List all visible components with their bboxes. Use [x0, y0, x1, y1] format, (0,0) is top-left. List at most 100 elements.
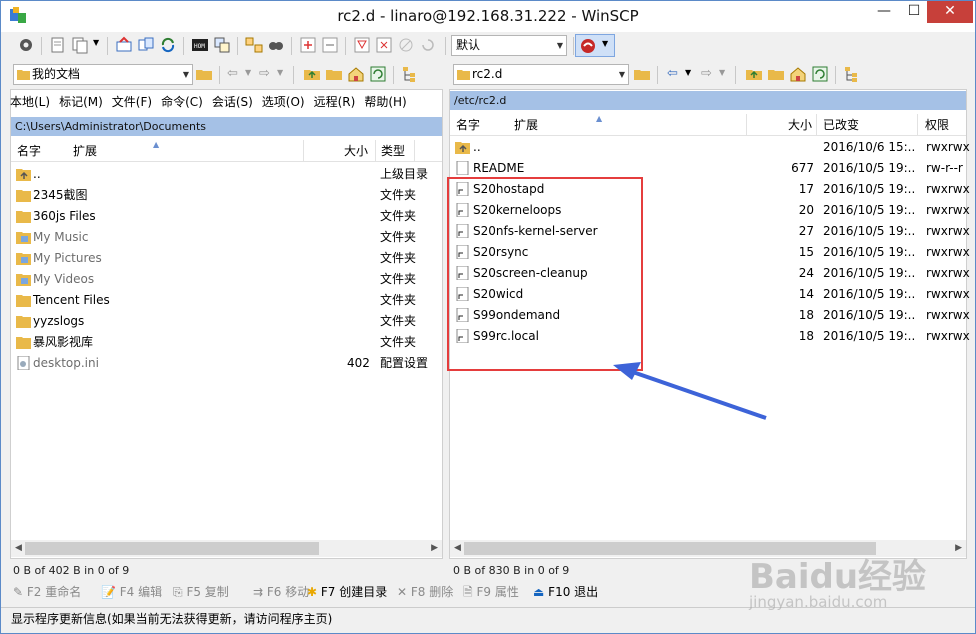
forward-arrow-icon[interactable]: ⇨ — [259, 66, 270, 81]
scroll-thumb[interactable] — [25, 542, 319, 555]
menu-files[interactable]: 文件(F) — [112, 95, 152, 109]
maximize-button[interactable]: ☐ — [901, 1, 927, 23]
fkey-delete[interactable]: ✕ F8 删除 — [397, 582, 453, 602]
svg-text:HOM: HOM — [194, 43, 205, 50]
menu-session[interactable]: 会话(S) — [212, 95, 253, 109]
open-folder-icon[interactable] — [633, 65, 651, 83]
session-preset-select[interactable]: 默认 ▼ — [451, 35, 567, 56]
col-name[interactable]: 名字 — [17, 140, 41, 162]
col-size[interactable]: 大小 — [344, 140, 368, 162]
chevron-down-icon[interactable]: ▼ — [685, 68, 691, 77]
queue-icon[interactable] — [49, 36, 67, 54]
file-type: 文件夹 — [380, 188, 417, 202]
menu-commands[interactable]: 命令(C) — [161, 95, 203, 109]
refresh-icon[interactable] — [369, 65, 387, 83]
fkey-copy[interactable]: ⎘ F5 复制 — [173, 582, 229, 602]
back-arrow-icon[interactable]: ⇦ — [227, 66, 238, 81]
scroll-right-icon[interactable]: ▶ — [431, 540, 438, 557]
local-file-row[interactable]: .. 上级目录 — [13, 164, 440, 185]
file-changed: 2016/10/5 19:.. — [823, 203, 916, 217]
synchronize-icon[interactable] — [115, 36, 133, 54]
menu-remote[interactable]: 远程(R) — [314, 95, 356, 109]
local-file-row[interactable]: 2345截图 文件夹 — [13, 185, 440, 206]
file-size: 24 — [798, 266, 814, 280]
fkey-create-directory[interactable]: ✱ F7 创建目录 — [307, 582, 387, 602]
fkey-move[interactable]: ⇉ F6 移动 — [253, 582, 309, 602]
scroll-right-icon[interactable]: ▶ — [955, 540, 962, 557]
local-file-row[interactable]: 暴风影视库 文件夹 — [13, 332, 440, 353]
putty-icon[interactable] — [213, 36, 231, 54]
col-type[interactable]: 类型 — [381, 140, 405, 162]
file-rights: rwxrwx — [926, 203, 970, 217]
home-icon[interactable] — [789, 65, 807, 83]
preferences-gear-icon[interactable] — [17, 36, 35, 54]
find-files-icon[interactable] — [267, 36, 285, 54]
menu-options[interactable]: 选项(O) — [262, 95, 305, 109]
fkey-edit[interactable]: 📝 F4 编辑 — [101, 582, 162, 602]
local-path-bar[interactable]: C:\Users\Administrator\Documents — [11, 117, 442, 136]
tree-view-icon[interactable] — [401, 65, 419, 83]
refresh-icon[interactable] — [811, 65, 829, 83]
reload-icon[interactable] — [419, 36, 437, 54]
transfer-icon[interactable] — [137, 36, 155, 54]
menu-mark[interactable]: 标记(M) — [59, 95, 103, 109]
chevron-down-icon[interactable]: ▼ — [719, 68, 725, 77]
file-name: .. — [33, 167, 41, 181]
chevron-down-icon[interactable]: ▼ — [245, 68, 251, 77]
invert-selection-icon[interactable] — [375, 36, 393, 54]
col-name[interactable]: 名字 — [456, 114, 480, 136]
root-directory-icon[interactable] — [767, 65, 785, 83]
folder-icon — [16, 337, 31, 349]
local-horizontal-scrollbar[interactable]: ◀ ▶ — [11, 540, 442, 557]
tree-view-icon[interactable] — [843, 65, 861, 83]
properties-icon: 🗎 — [463, 585, 473, 599]
refresh-sync-icon[interactable] — [159, 36, 177, 54]
back-arrow-icon[interactable]: ⇦ — [667, 66, 678, 81]
col-size[interactable]: 大小 — [788, 114, 812, 136]
column-divider — [303, 140, 304, 162]
menu-help[interactable]: 帮助(H) — [364, 95, 406, 109]
right-location-select[interactable]: rc2.d ▼ — [453, 64, 629, 85]
scroll-left-icon[interactable]: ◀ — [15, 540, 22, 557]
select-plus-icon[interactable] — [299, 36, 317, 54]
fkey-properties[interactable]: 🗎 F9 属性 — [463, 582, 519, 602]
left-location-select[interactable]: 我的文档 ▼ — [13, 64, 193, 85]
compare-icon[interactable] — [245, 36, 263, 54]
select-minus-icon[interactable] — [321, 36, 339, 54]
chevron-down-icon[interactable]: ▼ — [277, 68, 283, 77]
fkey-quit[interactable]: ⏏ F10 退出 — [533, 582, 598, 602]
scroll-left-icon[interactable]: ◀ — [454, 540, 461, 557]
col-ext[interactable]: 扩展 — [73, 140, 97, 162]
local-file-row[interactable]: My Music 文件夹 — [13, 227, 440, 248]
home-icon[interactable] — [347, 65, 365, 83]
forward-arrow-icon[interactable]: ⇨ — [701, 66, 712, 81]
local-file-row[interactable]: Tencent Files 文件夹 — [13, 290, 440, 311]
new-session-button[interactable]: ▼ — [575, 34, 615, 57]
file-name: My Pictures — [33, 251, 102, 265]
menu-local[interactable]: 本地(L) — [10, 95, 50, 109]
local-file-row[interactable]: desktop.ini 402 配置设置 — [13, 353, 440, 374]
remote-path-bar[interactable]: /etc/rc2.d — [450, 91, 966, 110]
col-ext[interactable]: 扩展 — [514, 114, 538, 136]
filter-icon[interactable] — [353, 36, 371, 54]
col-rights[interactable]: 权限 — [925, 114, 949, 136]
parent-dir-icon — [455, 142, 470, 154]
close-button[interactable]: ✕ — [927, 1, 973, 23]
fkey-rename[interactable]: ✎ F2 重命名 — [13, 582, 81, 602]
chevron-down-icon[interactable]: ▼ — [93, 38, 99, 47]
col-changed[interactable]: 已改变 — [823, 114, 859, 136]
local-file-row[interactable]: My Videos 文件夹 — [13, 269, 440, 290]
local-file-row[interactable]: My Pictures 文件夹 — [13, 248, 440, 269]
minimize-button[interactable]: — — [867, 1, 901, 23]
parent-directory-icon[interactable] — [745, 65, 763, 83]
parent-directory-icon[interactable] — [303, 65, 321, 83]
local-file-row[interactable]: yyzslogs 文件夹 — [13, 311, 440, 332]
root-directory-icon[interactable] — [325, 65, 343, 83]
clear-selection-icon[interactable] — [397, 36, 415, 54]
remote-file-row[interactable]: README 677 2016/10/5 19:.. rw-r--r — [452, 158, 965, 179]
local-file-row[interactable]: 360js Files 文件夹 — [13, 206, 440, 227]
terminal-icon[interactable]: HOM — [191, 36, 209, 54]
copy-queue-icon[interactable] — [71, 36, 89, 54]
remote-file-row[interactable]: .. 2016/10/6 15:.. rwxrwx — [452, 137, 970, 158]
open-folder-icon[interactable] — [195, 65, 213, 83]
